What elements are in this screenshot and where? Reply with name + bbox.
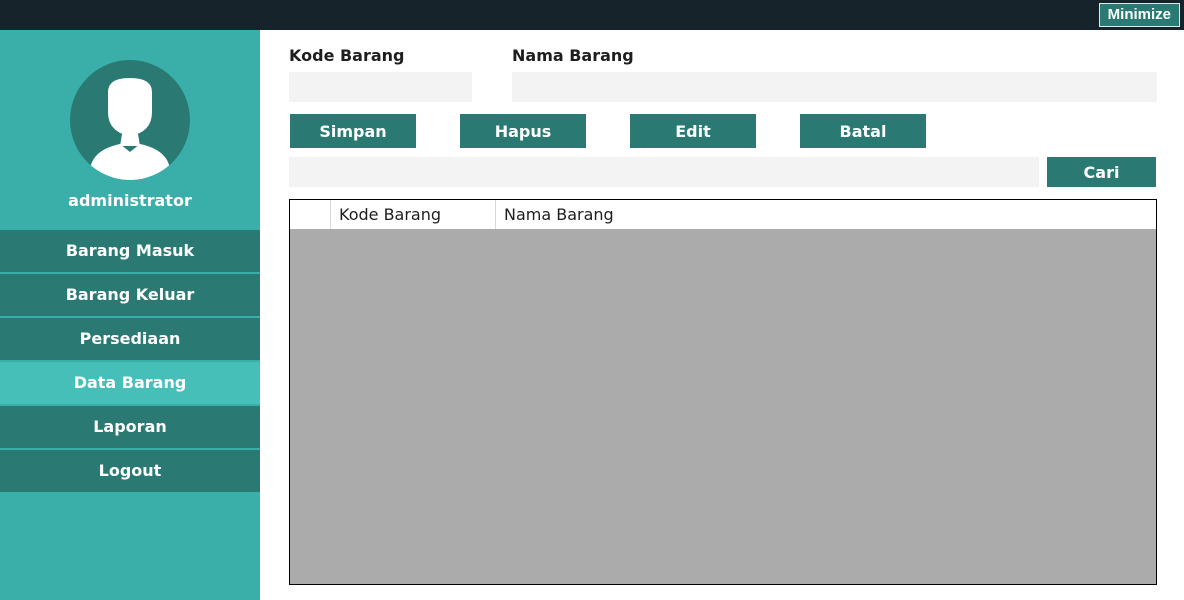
- sidebar-item-logout[interactable]: Logout: [0, 450, 260, 492]
- batal-button[interactable]: Batal: [800, 114, 926, 148]
- sidebar: administrator Barang Masuk Barang Keluar…: [0, 30, 260, 600]
- username-label: administrator: [68, 191, 192, 210]
- sidebar-item-barang-keluar[interactable]: Barang Keluar: [0, 274, 260, 316]
- cari-button[interactable]: Cari: [1047, 157, 1156, 187]
- sidebar-nav: Barang Masuk Barang Keluar Persediaan Da…: [0, 230, 260, 494]
- data-grid[interactable]: Kode Barang Nama Barang: [289, 199, 1157, 585]
- row-header-cell[interactable]: [290, 200, 331, 229]
- nama-barang-input[interactable]: [512, 72, 1157, 102]
- user-silhouette-icon: [90, 78, 170, 180]
- sidebar-item-barang-masuk[interactable]: Barang Masuk: [0, 230, 260, 272]
- sidebar-item-persediaan[interactable]: Persediaan: [0, 318, 260, 360]
- simpan-button[interactable]: Simpan: [290, 114, 416, 148]
- nama-barang-label: Nama Barang: [512, 46, 634, 65]
- column-header-kode-barang[interactable]: Kode Barang: [331, 200, 496, 229]
- grid-header-row: Kode Barang Nama Barang: [290, 200, 1156, 229]
- kode-barang-label: Kode Barang: [289, 46, 405, 65]
- edit-button[interactable]: Edit: [630, 114, 756, 148]
- hapus-button[interactable]: Hapus: [460, 114, 586, 148]
- sidebar-item-laporan[interactable]: Laporan: [0, 406, 260, 448]
- minimize-button[interactable]: Minimize: [1098, 3, 1180, 27]
- search-input[interactable]: [289, 157, 1039, 187]
- title-bar: Minimize: [0, 0, 1184, 30]
- column-header-nama-barang[interactable]: Nama Barang: [496, 200, 1156, 229]
- avatar: [70, 60, 190, 180]
- sidebar-item-data-barang[interactable]: Data Barang: [0, 362, 260, 404]
- kode-barang-input[interactable]: [289, 72, 472, 102]
